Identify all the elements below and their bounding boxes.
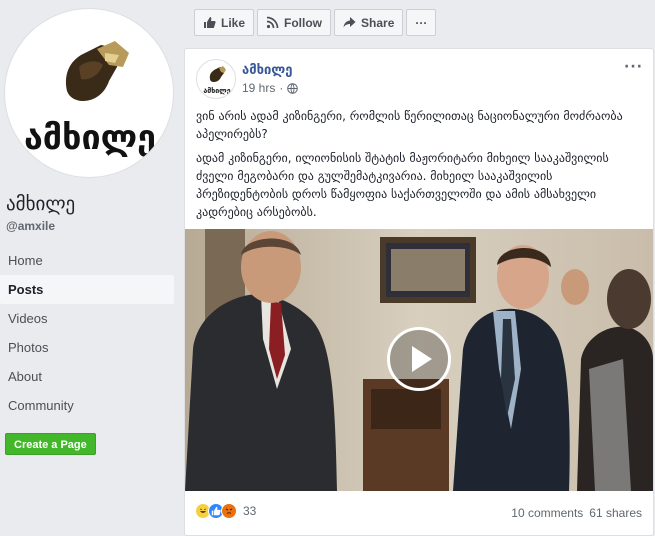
more-dots-icon: ··· xyxy=(415,15,428,30)
engagement-counts: 10 comments 61 shares xyxy=(511,506,642,520)
post-paragraph: ვინ არის ადამ კიზინგერი, რომლის წერილითა… xyxy=(196,109,623,141)
post-footer: 33 10 comments 61 shares xyxy=(185,493,653,535)
follow-label: Follow xyxy=(284,15,323,30)
like-label: Like xyxy=(221,15,246,30)
rss-icon xyxy=(266,16,279,29)
nav-item-about[interactable]: About xyxy=(0,362,174,391)
post-author-name[interactable]: ამხილე xyxy=(242,63,292,78)
globe-icon xyxy=(287,82,299,94)
nav-item-videos[interactable]: Videos xyxy=(0,304,174,333)
meta-separator: · xyxy=(279,81,284,95)
page-logo-icon: ამხილე xyxy=(203,66,231,95)
create-page-button[interactable]: Create a Page xyxy=(5,433,96,455)
page-logo-text: ამხილე xyxy=(24,118,156,158)
page-username[interactable]: @amxile xyxy=(6,219,55,233)
nav-item-photos[interactable]: Photos xyxy=(0,333,174,362)
follow-button[interactable]: Follow xyxy=(257,9,332,36)
post-author-avatar[interactable]: ამხილე xyxy=(196,59,236,99)
thumbs-up-icon xyxy=(204,17,216,28)
share-button[interactable]: Share xyxy=(334,9,404,36)
reaction-summary[interactable]: 33 xyxy=(195,503,256,519)
page-action-bar: Like Follow Share ··· xyxy=(194,9,437,36)
share-label: Share xyxy=(361,15,395,30)
page-sidebar: ამხილე ამხილე @amxile Home Posts Videos … xyxy=(0,0,182,536)
nav-item-home[interactable]: Home xyxy=(0,246,174,275)
share-arrow-icon xyxy=(343,17,356,28)
like-button[interactable]: Like xyxy=(194,9,255,36)
page-profile-picture[interactable]: ამხილე xyxy=(4,8,174,178)
nav-item-posts[interactable]: Posts xyxy=(0,275,174,304)
post-options-button[interactable]: ··· xyxy=(624,59,643,75)
post-timestamp[interactable]: 19 hrs xyxy=(242,81,275,95)
post-card: ამხილე ამხილე 19 hrs · ··· ვინ არის ადამ… xyxy=(184,48,654,536)
post-avatar-logo-text: ამხილე xyxy=(203,87,230,95)
page-nav: Home Posts Videos Photos About Community xyxy=(0,246,174,420)
post-body: ვინ არის ადამ კიზინგერი, რომლის წერილითა… xyxy=(196,107,646,227)
page-title[interactable]: ამხილე xyxy=(6,193,75,215)
video-play-button[interactable] xyxy=(387,327,451,391)
post-video[interactable] xyxy=(185,229,653,491)
more-options-button[interactable]: ··· xyxy=(406,9,437,36)
comments-count-link[interactable]: 10 comments xyxy=(511,506,583,520)
nav-item-community[interactable]: Community xyxy=(0,391,174,420)
post-meta: 19 hrs · xyxy=(242,81,299,95)
reaction-count: 33 xyxy=(243,504,257,518)
play-icon xyxy=(412,346,432,372)
post-paragraph: ადამ კიზინგერი, ილიონისის შტატის მაჟორიტ… xyxy=(196,151,609,219)
angry-reaction-icon xyxy=(221,503,237,519)
shares-count-link[interactable]: 61 shares xyxy=(589,506,642,520)
page-logo-image: ამხილე xyxy=(24,41,156,158)
